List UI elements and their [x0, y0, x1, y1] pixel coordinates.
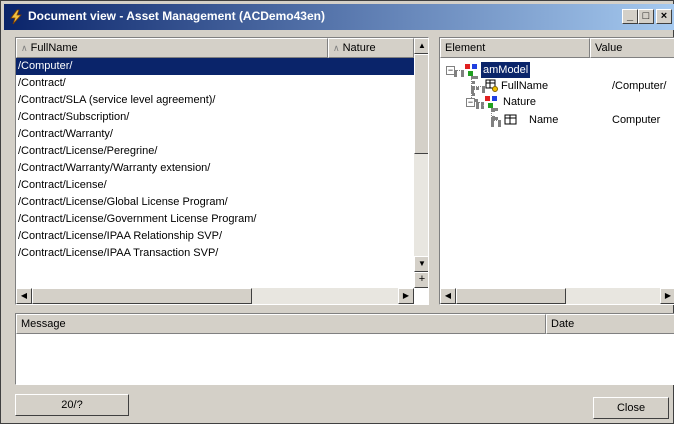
column-header-date[interactable]: Date	[546, 314, 674, 334]
scroll-left-button[interactable]: ◀	[16, 288, 32, 304]
close-window-button[interactable]: ×	[656, 9, 672, 24]
document-view-window: Document view - Asset Management (ACDemo…	[0, 0, 674, 424]
list-row[interactable]: /Contract/Warranty/	[16, 126, 414, 143]
list-horizontal-scrollbar[interactable]: ◀ ▶	[16, 288, 414, 304]
tree-horizontal-scrollbar[interactable]: ◀ ▶	[440, 288, 674, 304]
message-panel: Message Date	[15, 313, 674, 385]
hscroll-thumb[interactable]	[456, 288, 566, 304]
tree-connector	[471, 86, 485, 90]
collapse-toggle-nature[interactable]: −	[466, 98, 475, 107]
column-header-fullname[interactable]: ∧ FullName	[16, 38, 328, 58]
record-counter-button[interactable]: 20/?	[15, 394, 129, 416]
tree-connector	[491, 120, 501, 124]
scroll-up-button[interactable]: ▲	[414, 38, 428, 54]
key-field-icon	[485, 79, 498, 92]
tree-value-name: Computer	[612, 114, 661, 126]
object-icon	[465, 64, 477, 76]
hscroll-thumb[interactable]	[32, 288, 252, 304]
field-icon	[504, 114, 517, 125]
tree-node-name-label: Name	[529, 114, 559, 126]
window-title: Document view - Asset Management (ACDemo…	[28, 9, 325, 23]
column-header-nature-label: Nature	[342, 42, 376, 54]
tree-connector	[476, 102, 484, 106]
list-row[interactable]: /Contract/License/IPAA Relationship SVP/	[16, 228, 414, 245]
list-row[interactable]: /Contract/License/	[16, 177, 414, 194]
maximize-button[interactable]: □	[638, 9, 654, 24]
tree-value-fullname: /Computer/	[612, 80, 667, 92]
list-row[interactable]: /Contract/License/IPAA Transaction SVP/	[16, 245, 414, 262]
column-header-element[interactable]: Element	[440, 38, 590, 58]
column-header-message[interactable]: Message	[16, 314, 546, 334]
scroll-thumb[interactable]	[414, 54, 428, 154]
tree-connector	[491, 108, 495, 120]
list-row[interactable]: /Computer/	[16, 58, 414, 75]
scroll-right-button[interactable]: ▶	[660, 288, 674, 304]
sort-arrow-icon: ∧	[333, 43, 340, 53]
list-row[interactable]: /Contract/License/Global License Program…	[16, 194, 414, 211]
list-row[interactable]: /Contract/SLA (service level agreement)/	[16, 92, 414, 109]
sort-arrow-icon: ∧	[21, 43, 28, 53]
tree-connector	[454, 70, 464, 74]
list-row[interactable]: /Contract/License/Government License Pro…	[16, 211, 414, 228]
close-button[interactable]: Close	[593, 397, 669, 419]
object-icon	[485, 96, 497, 108]
list-row[interactable]: /Contract/	[16, 75, 414, 92]
list-row[interactable]: /Contract/Warranty/Warranty extension/	[16, 160, 414, 177]
scroll-left-button[interactable]: ◀	[440, 288, 456, 304]
column-header-value[interactable]: Value	[590, 38, 674, 58]
scroll-down-button[interactable]: ▼	[414, 256, 428, 272]
lightning-app-icon	[10, 9, 22, 25]
tree-node-ammodel-label: amModel	[481, 62, 531, 78]
title-bar[interactable]: Document view - Asset Management (ACDemo…	[4, 4, 674, 30]
element-tree-panel: Element Value − − amModel FullName /Comp…	[439, 37, 674, 305]
scroll-right-button[interactable]: ▶	[398, 288, 414, 304]
column-header-fullname-label: FullName	[30, 42, 78, 54]
list-vertical-scrollbar[interactable]: ▲ ▼ +	[414, 38, 428, 288]
tree-node-nature-label: Nature	[503, 96, 537, 108]
list-row[interactable]: /Contract/License/Peregrine/	[16, 143, 414, 160]
minimize-button[interactable]: _	[622, 9, 638, 24]
list-row[interactable]: /Contract/Subscription/	[16, 109, 414, 126]
tree-node-fullname-label: FullName	[501, 80, 549, 92]
fullname-list-panel: ∧ FullName ∧ Nature /Computer//Contract//C…	[15, 37, 429, 305]
collapse-toggle-ammodel[interactable]: −	[446, 66, 455, 75]
expand-plus-button[interactable]: +	[414, 272, 428, 288]
column-header-nature[interactable]: ∧ Nature	[328, 38, 414, 58]
